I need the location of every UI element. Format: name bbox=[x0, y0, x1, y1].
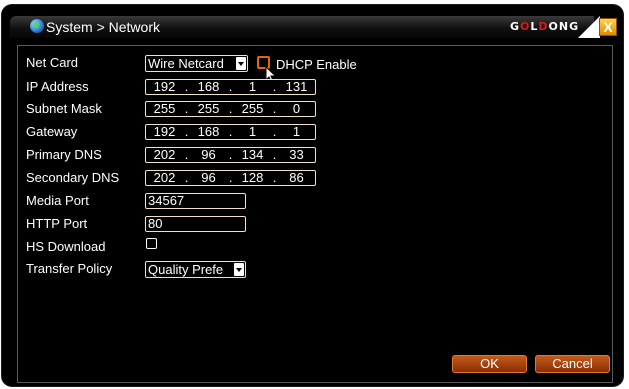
subnet-mask-label: Subnet Mask bbox=[26, 101, 102, 116]
media-port-field[interactable]: 34567 bbox=[145, 193, 246, 209]
ok-button[interactable]: OK bbox=[452, 355, 527, 373]
separator: . bbox=[228, 124, 233, 139]
primary-dns-label: Primary DNS bbox=[26, 147, 102, 162]
net-card-label: Net Card bbox=[26, 55, 79, 70]
dhcp-label: DHCP Enable bbox=[276, 57, 357, 72]
gateway-octet[interactable]: 168 bbox=[190, 125, 227, 139]
separator: . bbox=[272, 79, 277, 94]
separator: . bbox=[272, 124, 277, 139]
http-port-label: HTTP Port bbox=[26, 216, 88, 231]
mask-octet[interactable]: 255 bbox=[234, 102, 271, 116]
subnet-mask-field[interactable]: 255. 255. 255. 0 bbox=[145, 101, 316, 117]
dns-octet[interactable]: 202 bbox=[146, 148, 183, 162]
transfer-policy-label: Transfer Policy bbox=[26, 261, 113, 276]
dns-octet[interactable]: 96 bbox=[190, 148, 227, 162]
ip-octet[interactable]: 1 bbox=[234, 80, 271, 94]
globe-icon bbox=[30, 19, 44, 33]
dns-octet[interactable]: 134 bbox=[234, 148, 271, 162]
gateway-label: Gateway bbox=[26, 124, 78, 139]
dropdown-arrow-icon[interactable] bbox=[234, 263, 244, 276]
dns-octet[interactable]: 86 bbox=[278, 171, 315, 185]
mask-octet[interactable]: 255 bbox=[190, 102, 227, 116]
hs-download-label: HS Download bbox=[26, 239, 106, 254]
dns-octet[interactable]: 128 bbox=[234, 171, 271, 185]
mask-octet[interactable]: 255 bbox=[146, 102, 183, 116]
net-card-value: Wire Netcard bbox=[148, 56, 224, 71]
ip-octet[interactable]: 131 bbox=[278, 80, 315, 94]
net-card-select[interactable]: Wire Netcard bbox=[145, 55, 248, 72]
dns-octet[interactable]: 33 bbox=[278, 148, 315, 162]
transfer-policy-value: Quality Prefe bbox=[148, 262, 224, 277]
separator: . bbox=[272, 147, 277, 162]
ip-address-field[interactable]: 192. 168. 1. 131 bbox=[145, 79, 316, 95]
separator: . bbox=[184, 124, 189, 139]
separator: . bbox=[228, 147, 233, 162]
content-panel bbox=[17, 45, 613, 383]
close-button[interactable]: X bbox=[599, 18, 617, 36]
gateway-octet[interactable]: 1 bbox=[278, 125, 315, 139]
media-port-label: Media Port bbox=[26, 193, 89, 208]
gateway-octet[interactable]: 1 bbox=[234, 125, 271, 139]
dns-octet[interactable]: 96 bbox=[190, 171, 227, 185]
window-title: System > Network bbox=[46, 19, 160, 35]
separator: . bbox=[228, 170, 233, 185]
secondary-dns-label: Secondary DNS bbox=[26, 170, 120, 185]
separator: . bbox=[184, 101, 189, 116]
separator: . bbox=[184, 79, 189, 94]
cancel-button[interactable]: Cancel bbox=[535, 355, 610, 373]
separator: . bbox=[184, 147, 189, 162]
separator: . bbox=[228, 101, 233, 116]
dropdown-arrow-icon[interactable] bbox=[236, 57, 246, 70]
primary-dns-field[interactable]: 202. 96. 134. 33 bbox=[145, 147, 316, 163]
separator: . bbox=[228, 79, 233, 94]
mask-octet[interactable]: 0 bbox=[278, 102, 315, 116]
http-port-field[interactable]: 80 bbox=[145, 216, 246, 232]
title-bar: System > Network GOLDONG bbox=[10, 16, 594, 38]
transfer-policy-select[interactable]: Quality Prefe bbox=[145, 261, 246, 278]
hs-download-checkbox[interactable] bbox=[146, 238, 157, 249]
gateway-field[interactable]: 192. 168. 1. 1 bbox=[145, 124, 316, 140]
ip-octet[interactable]: 168 bbox=[190, 80, 227, 94]
separator: . bbox=[272, 101, 277, 116]
ip-octet[interactable]: 192 bbox=[146, 80, 183, 94]
separator: . bbox=[272, 170, 277, 185]
dns-octet[interactable]: 202 bbox=[146, 171, 183, 185]
ip-address-label: IP Address bbox=[26, 79, 89, 94]
title-corner bbox=[578, 16, 600, 38]
gateway-octet[interactable]: 192 bbox=[146, 125, 183, 139]
separator: . bbox=[184, 170, 189, 185]
secondary-dns-field[interactable]: 202. 96. 128. 86 bbox=[145, 170, 316, 186]
